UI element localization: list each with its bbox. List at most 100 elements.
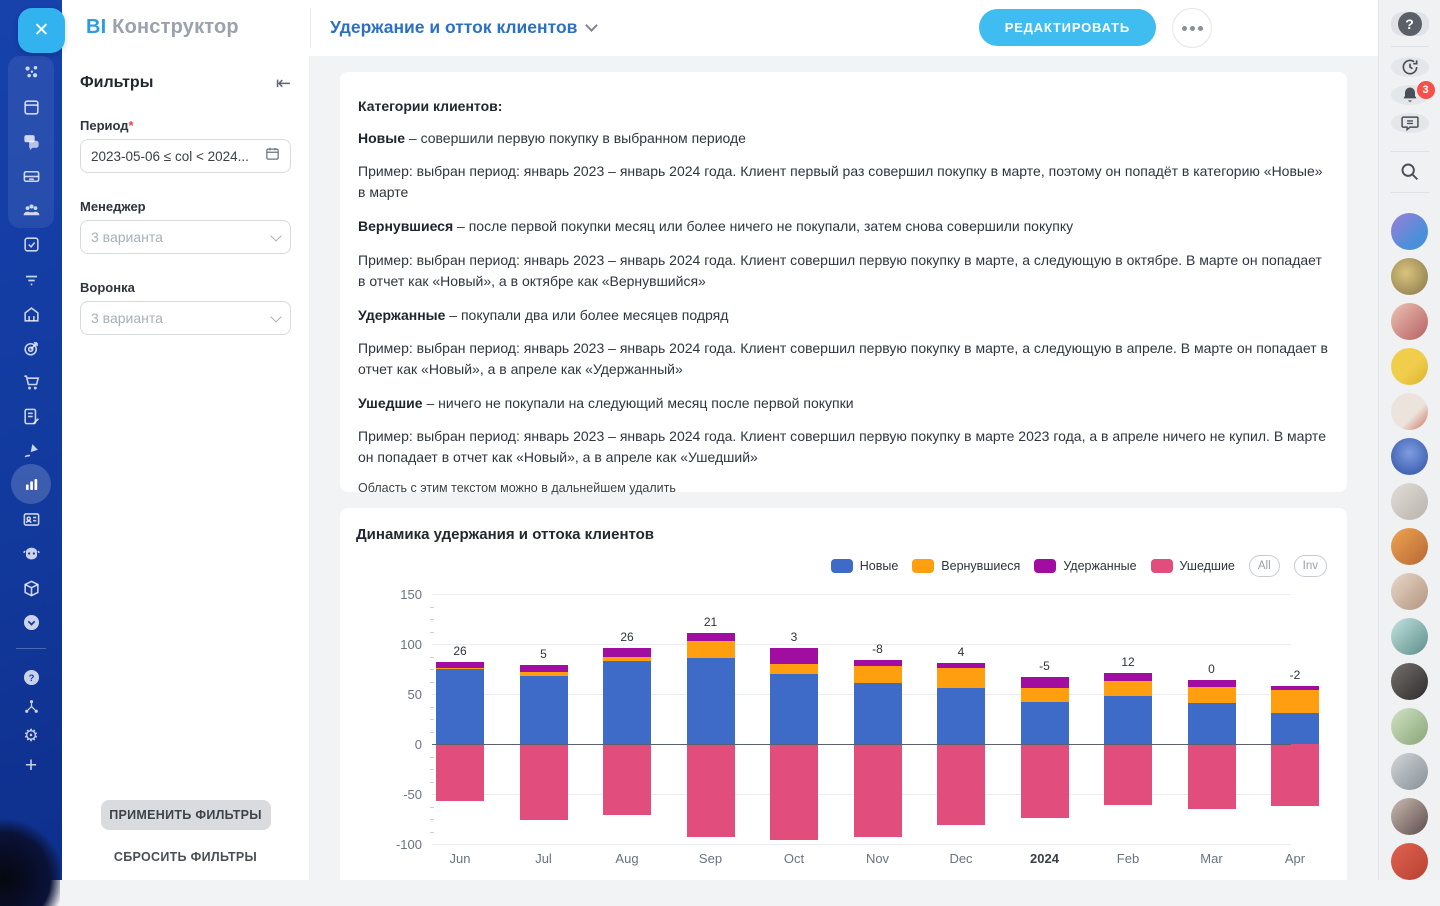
add-icon[interactable]: + [17,752,45,780]
avatar[interactable] [1391,483,1428,521]
help-icon[interactable]: ? [17,663,45,691]
idcard-icon[interactable] [17,505,45,533]
x-axis-label: Aug [615,851,639,866]
bar-segment [603,648,651,657]
conversation-icon [1400,116,1419,132]
chart-legend: Новые Вернувшиеся Удержанные Ушедшие All… [356,555,1327,577]
y-axis-minor-tick [430,669,434,670]
signature-icon[interactable] [17,436,45,464]
funnel-label: Воронка [80,280,135,295]
bar-segment [686,641,735,658]
bar-segment [1271,686,1319,690]
chat-icon[interactable] [17,127,45,155]
y-axis-minor-tick [430,606,434,608]
contract-icon[interactable] [17,402,45,430]
app-logo: BI Конструктор [86,16,239,39]
cluster-icon[interactable] [17,58,45,86]
help-button[interactable]: ? [1390,12,1429,36]
collapse-circle-icon[interactable] [17,608,45,636]
required-asterisk: * [128,118,134,133]
avatar[interactable] [1391,528,1428,566]
manager-select[interactable]: 3 варианта [80,220,291,254]
example-churned: Пример: выбран период: январь 2023 – янв… [358,428,1326,466]
analytics-icon[interactable] [17,470,45,498]
search-button[interactable] [1391,161,1429,182]
question-icon: ? [1397,12,1422,36]
svg-text:?: ? [28,673,34,684]
avatar[interactable] [1391,798,1428,836]
collapse-panel-icon[interactable]: ⇤ [276,74,291,92]
bar-value-label: -5 [1039,659,1050,673]
apply-filters-button[interactable]: ПРИМЕНИТЬ ФИЛЬТРЫ [100,800,271,830]
legend-item-retained[interactable]: Удержанные [1034,559,1137,573]
y-axis-tick: 50 [407,687,422,702]
building-icon[interactable] [17,300,45,328]
bar-segment [1187,744,1236,809]
users-icon[interactable] [17,196,45,224]
avatar[interactable] [1391,618,1428,656]
avatar[interactable] [1391,393,1428,431]
tasks-icon[interactable] [17,230,45,258]
legend-swatch-churned [1150,559,1173,573]
bar-segment [519,676,568,744]
legend-item-new[interactable]: Новые [830,559,898,573]
reset-filters-button[interactable]: СБРОСИТЬ ФИЛЬТРЫ [114,850,257,864]
bar-segment [853,666,902,683]
avatar[interactable] [1391,573,1428,611]
avatar[interactable] [1391,303,1428,341]
avatar[interactable] [1391,708,1428,746]
bot-icon[interactable] [17,539,45,567]
y-axis-tick: 0 [414,737,422,752]
inbox-icon[interactable] [17,162,45,190]
period-input[interactable]: 2023-05-06 ≤ col < 2024... [80,139,291,173]
bar-segment [1020,744,1069,818]
bar-segment [686,744,735,837]
bar-segment [1187,687,1236,703]
avatar[interactable] [1391,753,1428,791]
kanban-icon[interactable] [17,93,45,121]
example-new: Пример: выбран период: январь 2023 – янв… [358,163,1323,201]
target-icon[interactable] [17,334,45,362]
chart-title: Динамика удержания и оттока клиентов [356,526,655,543]
legend-inv-button[interactable]: Inv [1293,555,1327,577]
close-icon[interactable]: ✕ [18,8,65,53]
user-avatar-list [1391,213,1428,880]
sidebar-divider [16,648,46,649]
history-button[interactable] [1390,56,1429,77]
stacked-bar-chart[interactable]: 150 100 50 0 -50 -100 26 Jun 5 Jul 26 Aug 21 Sep 3 Oct -… [396,587,1319,880]
avatar[interactable] [1391,213,1428,251]
legend-item-returned[interactable]: Вернувшиеся [912,559,1020,573]
bar-segment [1020,702,1069,744]
more-options-button[interactable] [1172,8,1212,48]
avatar[interactable] [1391,258,1428,296]
bar-segment [686,658,735,744]
conversations-button[interactable] [1390,112,1429,133]
notifications-button[interactable]: 3 [1390,80,1435,105]
bar-value-label: 12 [1121,655,1135,669]
edit-button[interactable]: РЕДАКТИРОВАТЬ [978,9,1156,46]
legend-item-churned[interactable]: Ушедшие [1150,559,1235,573]
legend-all-button[interactable]: All [1248,555,1280,577]
filter-icon[interactable] [17,266,45,294]
bar-segment [1104,681,1152,696]
x-axis-label: Apr [1284,851,1306,866]
info-card-title: Категории клиентов: [358,98,503,114]
definition-new: Новые – совершили первую покупку в выбра… [358,130,746,146]
integrations-icon[interactable] [17,692,45,720]
avatar[interactable] [1391,663,1428,701]
cart-icon[interactable] [17,368,45,396]
avatar[interactable] [1391,438,1428,476]
rail-corner-shadow [0,816,60,906]
bar-segment [519,672,568,676]
logo-primary: BI [86,16,107,38]
settings-icon[interactable]: ⚙ [17,722,45,750]
y-axis-minor-tick [430,681,434,683]
package-icon[interactable] [17,574,45,602]
funnel-select[interactable]: 3 варианта [80,301,291,335]
notification-badge: 3 [1416,80,1435,99]
dashboard-title-dropdown[interactable]: Удержание и отток клиентов [330,17,599,38]
bar-segment [1271,744,1319,806]
avatar[interactable] [1391,348,1428,386]
avatar[interactable] [1391,843,1428,880]
chevron-down-icon [270,229,282,242]
